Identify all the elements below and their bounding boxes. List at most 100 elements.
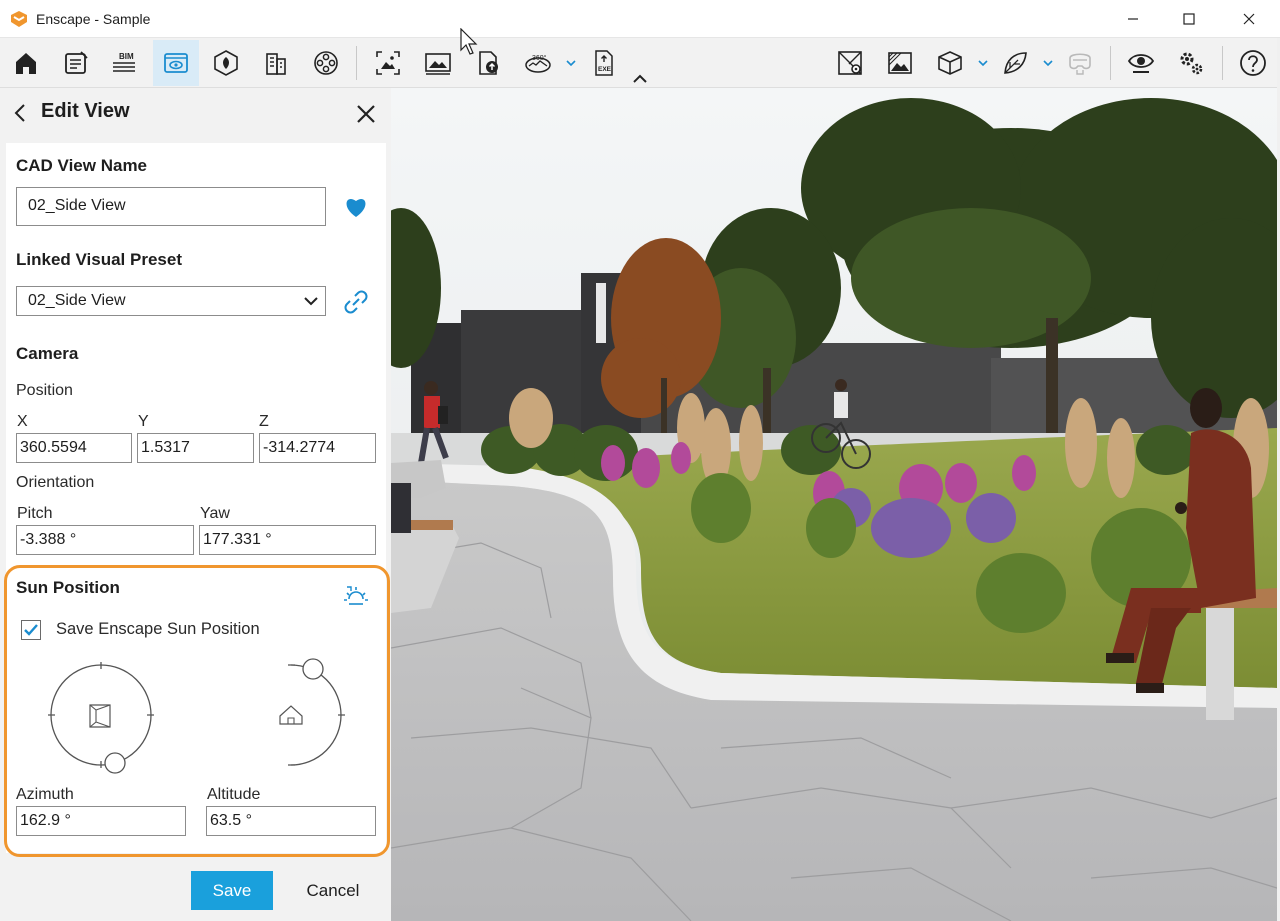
azimuth-handle[interactable] [104, 752, 126, 774]
site-context-icon [214, 50, 238, 76]
yaw-label: Yaw [200, 505, 230, 522]
main-toolbar: BIM 360° EXE [0, 38, 1280, 88]
azimuth-input[interactable]: 162.9 ° [16, 806, 186, 836]
back-arrow-icon[interactable] [10, 102, 30, 124]
pitch-input[interactable]: -3.388 ° [16, 525, 194, 555]
azimuth-label: Azimuth [16, 786, 74, 803]
pitch-label: Pitch [17, 505, 53, 522]
buildings-icon [266, 53, 286, 75]
vr-headset-icon [1069, 53, 1091, 75]
save-sun-position-checkbox[interactable] [21, 620, 41, 640]
section-box-icon [938, 51, 962, 75]
help-button[interactable] [1230, 40, 1276, 86]
render-viewport[interactable] [391, 88, 1277, 921]
material-editor-button[interactable] [992, 40, 1038, 86]
views-button[interactable] [153, 40, 199, 86]
bim-button[interactable]: BIM [101, 40, 147, 86]
y-label: Y [138, 413, 149, 430]
atmosphere-button[interactable] [877, 40, 923, 86]
section-box-button[interactable] [927, 40, 973, 86]
map-icon [838, 51, 862, 75]
help-icon [1240, 50, 1266, 76]
z-label: Z [259, 413, 269, 430]
minimize-button[interactable] [1110, 0, 1156, 38]
azimuth-dial[interactable] [40, 650, 165, 780]
screenshot-button[interactable] [365, 40, 411, 86]
batch-render-icon [425, 53, 451, 75]
chevron-down-icon[interactable] [564, 56, 578, 70]
asset-library-icon [314, 51, 338, 75]
link-icon[interactable] [342, 288, 370, 316]
asset-library-button[interactable] [303, 40, 349, 86]
yaw-input[interactable]: 177.331 ° [199, 525, 376, 555]
chevron-down-icon [304, 297, 318, 306]
close-window-button[interactable] [1226, 0, 1272, 38]
screenshot-icon [376, 51, 400, 75]
altitude-label: Altitude [207, 786, 261, 803]
cancel-button[interactable]: Cancel [298, 871, 368, 910]
maximize-icon [1183, 13, 1195, 25]
house-compass-icon [89, 704, 111, 728]
notes-icon [65, 51, 88, 74]
bim-icon: BIM [113, 52, 135, 72]
exe-export-icon: EXE [595, 50, 613, 76]
title-bar: Enscape - Sample [0, 0, 1280, 38]
settings-icon [1180, 52, 1203, 75]
mouse-cursor-icon [460, 28, 478, 55]
minimize-icon [1128, 18, 1138, 20]
panel-title: Edit View [41, 100, 130, 122]
altitude-dial[interactable] [240, 650, 355, 780]
sun-position-label: Sun Position [16, 578, 120, 597]
cad-view-name-label: CAD View Name [16, 156, 148, 175]
chevron-down-icon[interactable] [976, 56, 990, 70]
checkmark-icon [24, 624, 38, 636]
rendered-scene-image [391, 88, 1277, 921]
site-context-button[interactable] [203, 40, 249, 86]
toolbar-divider [1222, 46, 1223, 80]
position-x-input[interactable]: 360.5594 [16, 433, 132, 463]
linked-preset-label: Linked Visual Preset [16, 250, 182, 269]
panorama-icon: 360° [525, 54, 551, 73]
maximize-button[interactable] [1166, 0, 1212, 38]
vr-headset-button[interactable] [1057, 40, 1103, 86]
sun-sync-icon[interactable] [341, 581, 371, 609]
notes-button[interactable] [53, 40, 99, 86]
save-sun-position-label: Save Enscape Sun Position [56, 620, 260, 638]
views-icon [164, 53, 188, 73]
x-label: X [17, 413, 28, 430]
visibility-button[interactable] [1118, 40, 1164, 86]
altitude-input[interactable]: 63.5 ° [206, 806, 376, 836]
batch-render-button[interactable] [415, 40, 461, 86]
visibility-icon [1127, 54, 1155, 73]
settings-button[interactable] [1168, 40, 1214, 86]
toolbar-divider [356, 46, 357, 80]
chevron-down-icon[interactable] [1041, 56, 1055, 70]
collapse-toolbar-icon[interactable] [632, 72, 648, 84]
atmosphere-icon [888, 52, 912, 74]
panel-header: Edit View [0, 88, 391, 138]
buildings-button[interactable] [253, 40, 299, 86]
bim-label: BIM [119, 52, 134, 61]
orientation-label: Orientation [16, 474, 95, 491]
save-button[interactable]: Save [191, 871, 273, 910]
exe-export-button[interactable]: EXE [580, 40, 626, 86]
material-editor-icon [1004, 52, 1027, 74]
home-button[interactable] [3, 40, 49, 86]
heart-favorite-icon[interactable] [344, 196, 368, 218]
position-label: Position [16, 382, 73, 399]
house-icon [279, 705, 303, 725]
enscape-logo-icon [11, 11, 27, 27]
close-icon[interactable] [354, 102, 378, 126]
close-icon [1243, 13, 1255, 25]
toolbar-divider [1110, 46, 1111, 80]
window-title: Enscape - Sample [36, 11, 151, 27]
linked-preset-value: 02_Side View [28, 292, 126, 309]
map-button[interactable] [827, 40, 873, 86]
altitude-handle[interactable] [302, 658, 324, 680]
panorama-button[interactable]: 360° [515, 40, 561, 86]
position-y-input[interactable]: 1.5317 [137, 433, 254, 463]
exe-label: EXE [598, 66, 612, 73]
linked-preset-select[interactable]: 02_Side View [16, 286, 326, 316]
cad-view-name-input[interactable]: 02_Side View [16, 187, 326, 226]
position-z-input[interactable]: -314.2774 [259, 433, 376, 463]
